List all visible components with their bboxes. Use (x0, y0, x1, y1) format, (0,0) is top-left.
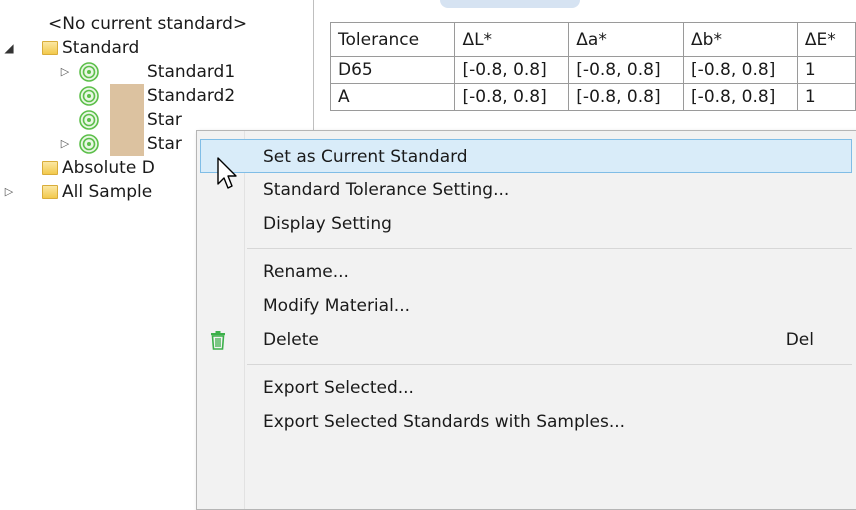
color-swatch (110, 108, 144, 132)
header-decoration (440, 0, 580, 8)
menu-item-display-setting[interactable]: Display Setting (200, 207, 852, 241)
menu-item-export-selected[interactable]: Export Selected... (200, 371, 852, 405)
tree-item-standard2[interactable]: Standard2 (0, 84, 312, 108)
table-cell: A (329, 83, 456, 111)
standard-target-icon (79, 110, 99, 130)
table-cell: [-0.8, 0.8] (683, 56, 798, 84)
menu-item-label: Modify Material... (263, 296, 411, 316)
folder-icon (42, 185, 58, 199)
menu-item-export-with-samples[interactable]: Export Selected Standards with Samples..… (200, 405, 852, 439)
menu-item-set-current-standard[interactable]: Set as Current Standard (200, 139, 852, 173)
column-header[interactable]: Δa* (568, 22, 685, 57)
menu-separator (247, 364, 852, 365)
collapse-arrow-icon[interactable]: ◢ (2, 36, 16, 60)
color-swatch (110, 132, 144, 156)
tree-item-label: Star (147, 110, 182, 130)
menu-item-label: Export Selected Standards with Samples..… (263, 412, 626, 432)
tree-item-standard1[interactable]: ▷ Standard1 (0, 60, 312, 84)
table-header-row: Tolerance ΔL* Δa* Δb* ΔE* (329, 22, 856, 57)
color-swatch (110, 84, 144, 108)
color-swatch (110, 60, 144, 84)
column-header[interactable]: Δb* (683, 22, 798, 57)
expand-arrow-icon[interactable]: ▷ (58, 60, 72, 84)
column-header[interactable]: Tolerance (329, 22, 456, 57)
trash-icon (211, 331, 225, 350)
menu-item-rename[interactable]: Rename... (200, 255, 852, 289)
table-cell: [-0.8, 0.8] (568, 83, 685, 111)
expand-arrow-icon[interactable]: ▷ (2, 180, 16, 204)
menu-item-modify-material[interactable]: Modify Material... (200, 289, 852, 323)
table-cell: [-0.8, 0.8] (454, 83, 570, 111)
tree-item-label: Absolute D (62, 158, 155, 178)
menu-item-label: Display Setting (263, 214, 392, 234)
folder-icon (42, 41, 58, 55)
table-cell: [-0.8, 0.8] (568, 56, 685, 84)
tree-item-label: Standard (62, 38, 140, 58)
tree-item-label: Standard2 (147, 86, 236, 106)
tree-item-label: Star (147, 134, 182, 154)
menu-item-delete[interactable]: Delete Del (200, 323, 852, 357)
table-cell: [-0.8, 0.8] (454, 56, 570, 84)
menu-item-tolerance-setting[interactable]: Standard Tolerance Setting... (200, 173, 852, 207)
tree-item-label: Standard1 (147, 62, 236, 82)
table-cell: 1 (796, 83, 856, 111)
table-cell: D65 (329, 56, 456, 84)
folder-icon (42, 161, 58, 175)
context-menu: Set as Current Standard Standard Toleran… (196, 130, 856, 510)
menu-item-label: Export Selected... (263, 378, 414, 398)
menu-item-label: Set as Current Standard (263, 147, 468, 167)
menu-item-label: Standard Tolerance Setting... (263, 180, 510, 200)
menu-item-shortcut: Del (785, 330, 814, 350)
table-cell: 1 (796, 56, 856, 84)
tree-item-label: <No current standard> (48, 14, 248, 34)
standard-target-icon (79, 134, 99, 154)
menu-item-label: Delete (263, 330, 319, 350)
table-row[interactable]: D65 [-0.8, 0.8] [-0.8, 0.8] [-0.8, 0.8] … (329, 56, 856, 84)
column-header[interactable]: ΔE* (796, 22, 856, 57)
menu-item-label: Rename... (263, 262, 349, 282)
table-row[interactable]: A [-0.8, 0.8] [-0.8, 0.8] [-0.8, 0.8] 1 (329, 83, 856, 111)
tree-item-standard3[interactable]: Star (0, 108, 312, 132)
column-header[interactable]: ΔL* (454, 22, 570, 57)
standard-target-icon (79, 62, 99, 82)
tolerance-table: Tolerance ΔL* Δa* Δb* ΔE* D65 [-0.8, 0.8… (329, 22, 856, 111)
mouse-cursor-icon (217, 157, 237, 189)
table-cell: [-0.8, 0.8] (683, 83, 798, 111)
tree-item-standard[interactable]: ◢ Standard (0, 36, 312, 60)
standard-target-icon (79, 86, 99, 106)
tree-item-label: All Sample (62, 182, 153, 202)
expand-arrow-icon[interactable]: ▷ (58, 132, 72, 156)
menu-separator (247, 248, 852, 249)
